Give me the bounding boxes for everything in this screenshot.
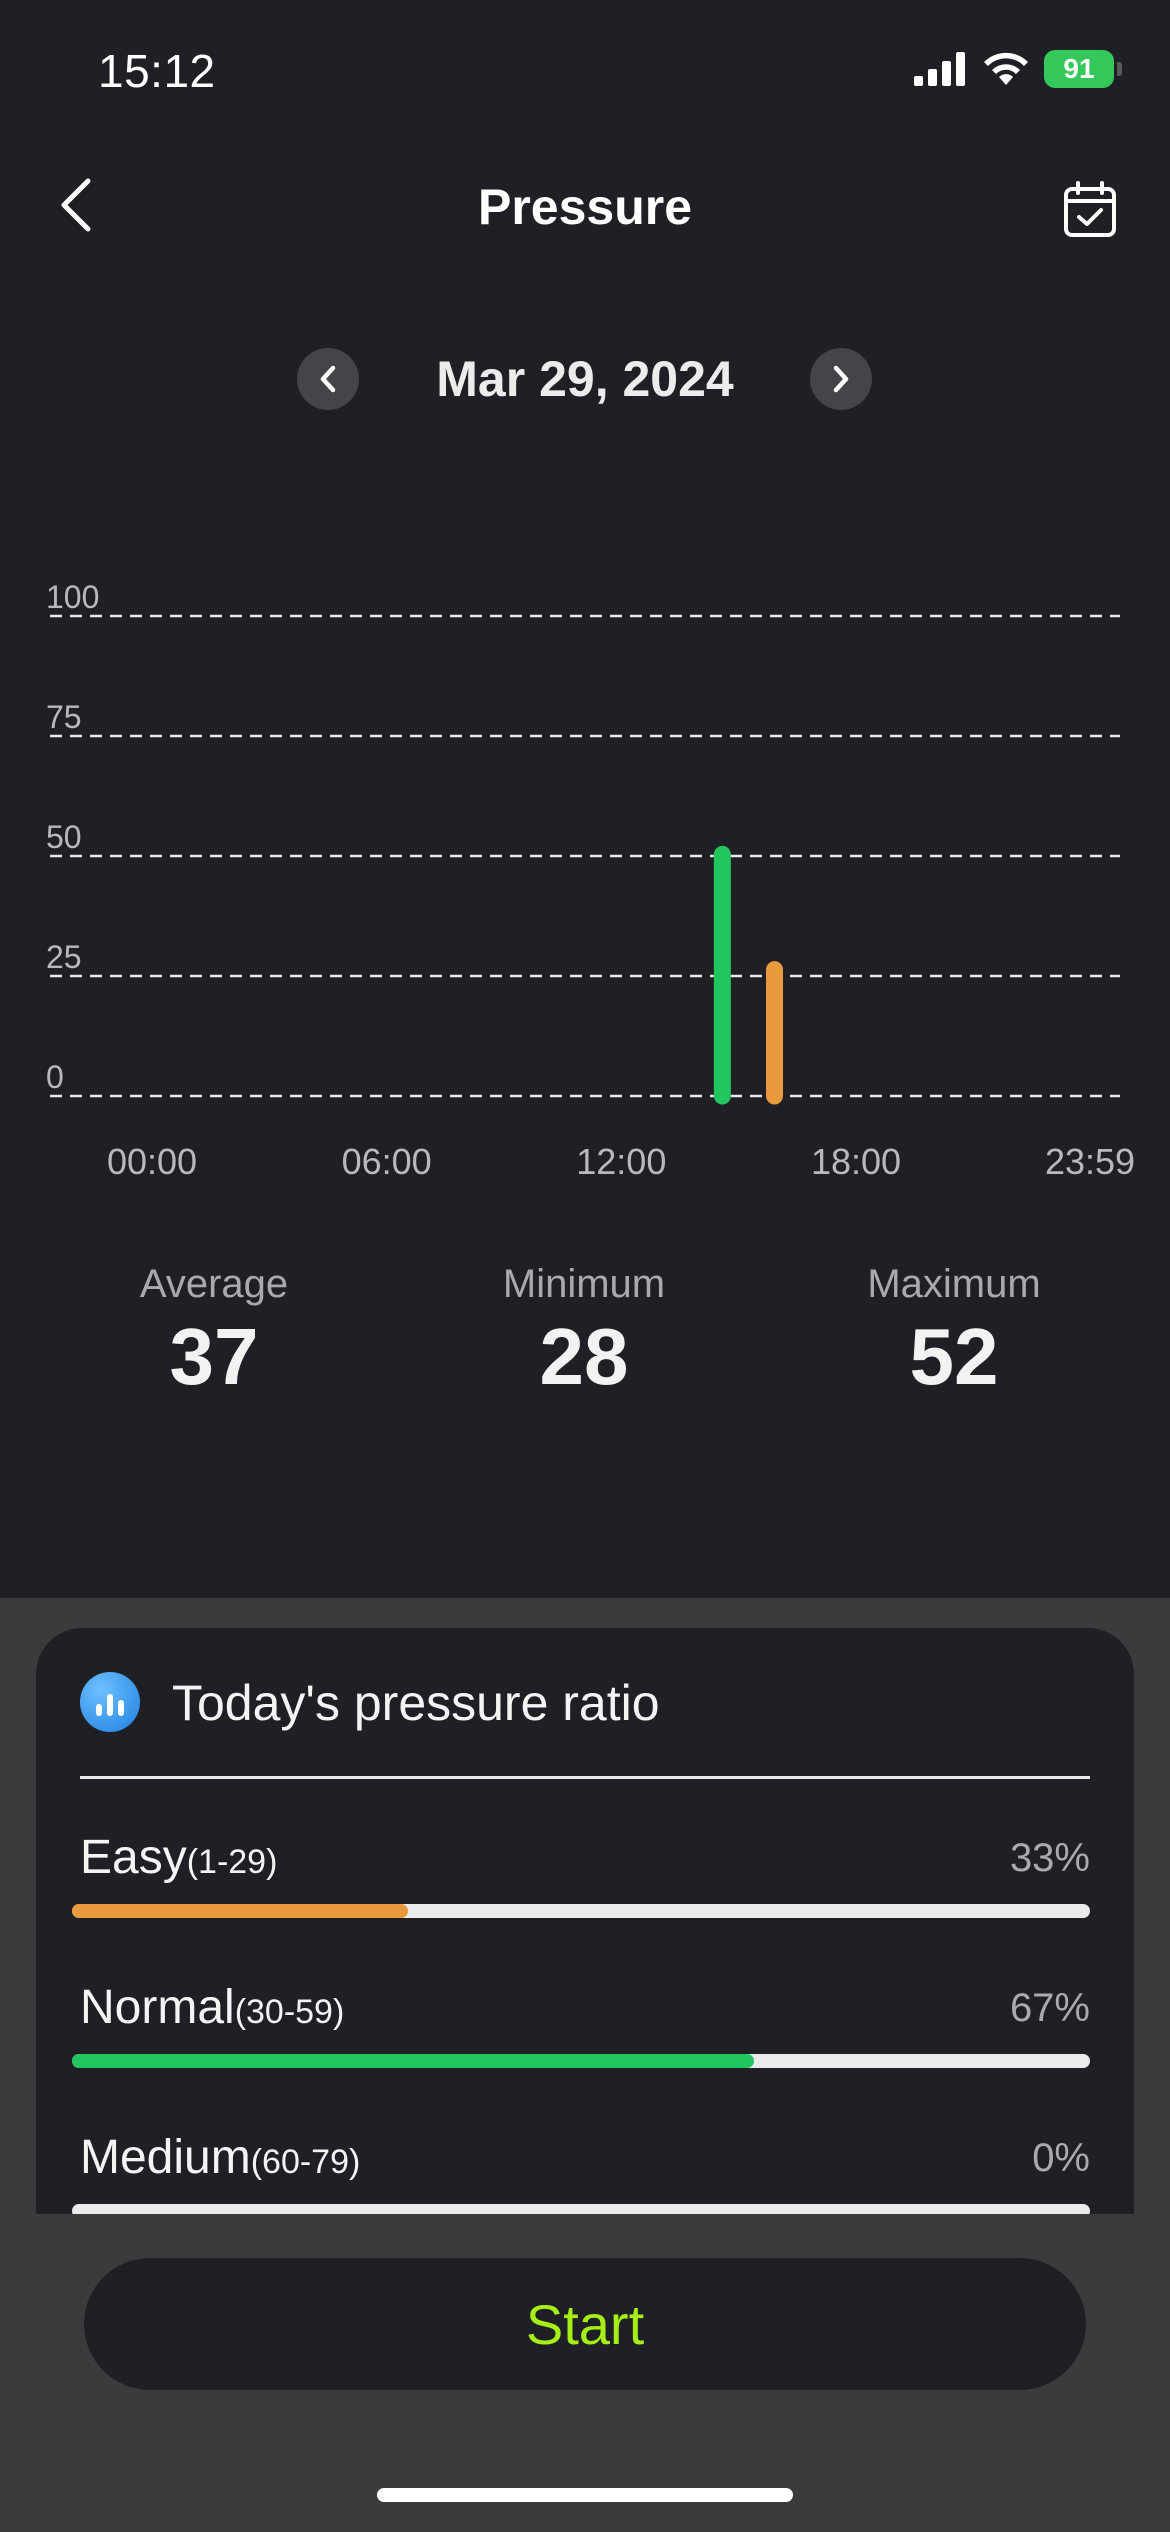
calendar-button[interactable] bbox=[1050, 170, 1130, 250]
y-tick-label: 75 bbox=[46, 699, 82, 735]
pressure-chart: 100 75 50 25 0 00:00 06:00 12:00 18:00 23:59 bbox=[46, 579, 1135, 1182]
x-tick-label: 23:59 bbox=[1045, 1141, 1135, 1182]
start-button[interactable]: Start bbox=[84, 2258, 1086, 2390]
cellular-signal-icon bbox=[914, 52, 965, 86]
chevron-right-icon bbox=[833, 365, 849, 393]
minimum-label: Minimum bbox=[502, 1262, 666, 1306]
ratio-percent: 67% bbox=[1009, 1986, 1090, 2030]
ratio-name: Normal bbox=[80, 1981, 235, 2034]
minimum-value: 28 bbox=[539, 1312, 629, 1401]
ratio-row-medium: Medium(60-79) 0% bbox=[72, 2130, 1090, 2214]
divider bbox=[80, 1776, 1090, 1779]
y-tick-label: 25 bbox=[46, 939, 82, 975]
next-date-button[interactable] bbox=[810, 348, 872, 410]
stat-maximum: Maximum 52 bbox=[774, 1262, 1134, 1403]
ratio-percent: 33% bbox=[1009, 1836, 1090, 1880]
average-label: Average bbox=[139, 1262, 289, 1306]
calendar-check-icon bbox=[1064, 181, 1116, 237]
ratio-percent: 0% bbox=[1032, 2136, 1090, 2180]
ratio-name: Medium bbox=[80, 2131, 251, 2184]
current-date: Mar 29, 2024 bbox=[436, 351, 734, 407]
battery-level: 91 bbox=[1063, 53, 1095, 84]
chevron-left-icon bbox=[320, 365, 336, 393]
ratio-name: Easy bbox=[80, 1831, 187, 1884]
maximum-label: Maximum bbox=[867, 1262, 1041, 1306]
ratio-range: (60-79) bbox=[250, 2143, 361, 2181]
ratio-card-title: Today's pressure ratio bbox=[172, 1675, 660, 1731]
ratio-bar-track bbox=[72, 2204, 1090, 2214]
maximum-value: 52 bbox=[909, 1312, 999, 1401]
ratio-bar-fill bbox=[72, 1904, 408, 1918]
stat-average: Average 37 bbox=[34, 1262, 394, 1403]
average-value: 37 bbox=[169, 1312, 259, 1401]
y-tick-label: 50 bbox=[46, 819, 82, 855]
x-tick-label: 18:00 bbox=[811, 1141, 901, 1182]
bar-chart-icon bbox=[80, 1672, 140, 1732]
ratio-range: (30-59) bbox=[234, 1993, 345, 2031]
y-tick-label: 0 bbox=[46, 1059, 64, 1095]
x-tick-label: 06:00 bbox=[342, 1141, 432, 1182]
x-tick-label: 00:00 bbox=[107, 1141, 197, 1182]
ratio-range: (1-29) bbox=[186, 1843, 278, 1881]
ratio-row-normal: Normal(30-59) 67% bbox=[72, 1980, 1090, 2068]
ratio-bar-track bbox=[72, 1904, 1090, 1918]
status-icons: 91 bbox=[914, 50, 1122, 88]
stat-minimum: Minimum 28 bbox=[404, 1262, 764, 1403]
page-title: Pressure bbox=[477, 179, 693, 235]
ratio-bar-fill bbox=[72, 2054, 755, 2068]
battery-icon: 91 bbox=[1044, 50, 1122, 88]
ratio-row-easy: Easy(1-29) 33% bbox=[72, 1830, 1090, 1918]
pressure-ratio-card[interactable]: Today's pressure ratio Easy(1-29) 33% No… bbox=[36, 1628, 1134, 2214]
x-tick-label: 12:00 bbox=[576, 1141, 666, 1182]
y-tick-label: 100 bbox=[46, 579, 99, 615]
home-indicator bbox=[377, 2488, 793, 2502]
ratio-bar-track bbox=[72, 2054, 1090, 2068]
status-time: 15:12 bbox=[98, 45, 216, 97]
wifi-icon bbox=[984, 52, 1028, 85]
